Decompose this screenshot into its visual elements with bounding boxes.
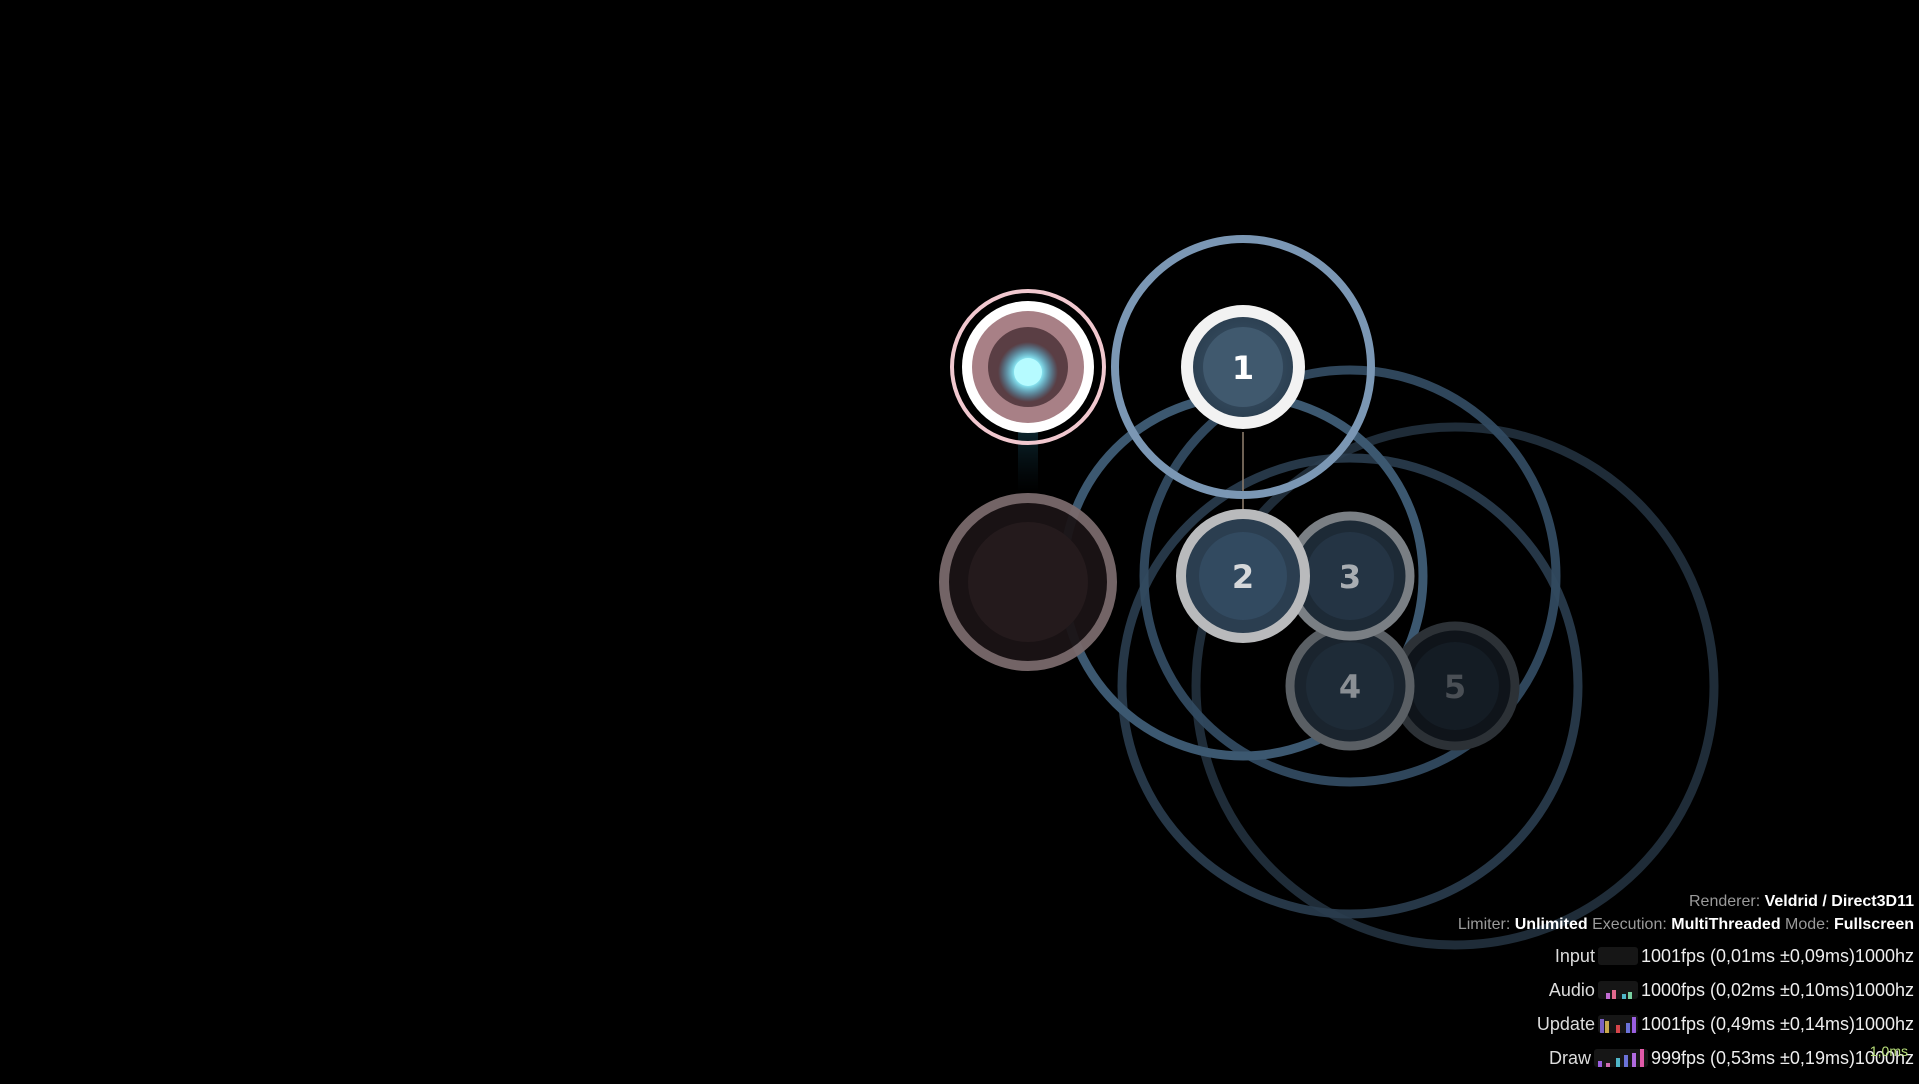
- stat-name-draw: Draw: [1548, 1047, 1591, 1068]
- hit-circle-4[interactable]: 4: [1285, 621, 1415, 751]
- stat-graph-draw: [1593, 1049, 1648, 1067]
- execution-label: Execution:: [1592, 916, 1667, 933]
- hit-circle-number-1: 1: [1232, 349, 1254, 387]
- stat-text-input: 1001fps (0,01ms ±0,09ms)1000hz: [1640, 945, 1914, 966]
- stat-graph-update: [1597, 1015, 1638, 1033]
- stat-row-audio: Audio 1000fps (0,02ms ±0,10ms)1000hz: [1549, 979, 1914, 1001]
- faded-hit-circle: [939, 493, 1117, 671]
- stat-name-update: Update: [1536, 1013, 1595, 1034]
- cursor: [998, 342, 1058, 402]
- stat-row-input: Input 1001fps (0,01ms ±0,09ms)1000hz: [1555, 945, 1914, 967]
- frame-time-label: 1,0ms: [1869, 1043, 1908, 1059]
- renderer-value: Veldrid / Direct3D11: [1764, 893, 1914, 910]
- mode-label: Mode:: [1785, 916, 1830, 933]
- stat-name-input: Input: [1554, 945, 1595, 966]
- stat-text-audio: 1000fps (0,02ms ±0,10ms)1000hz: [1640, 979, 1914, 1000]
- playfield[interactable]: 5 4 3 2 1 Renderer: Veldrid / Direct3D11…: [0, 0, 1919, 1079]
- stat-row-draw: Draw 999fps (0,53ms ±0,19ms)1000hz: [1549, 1047, 1914, 1069]
- limiter-label: Limiter:: [1457, 916, 1511, 933]
- hit-circle-number-5: 5: [1444, 668, 1466, 706]
- stat-text-update: 1001fps (0,49ms ±0,14ms)1000hz: [1640, 1013, 1914, 1034]
- performance-overlay: Renderer: Veldrid / Direct3D11 Limiter: …: [1394, 889, 1914, 1079]
- hit-circle-1[interactable]: 1: [1181, 305, 1305, 429]
- stat-name-audio: Audio: [1548, 979, 1595, 1000]
- renderer-label: Renderer:: [1688, 893, 1761, 910]
- stat-row-update: Update 1001fps (0,49ms ±0,14ms)1000hz: [1537, 1013, 1914, 1035]
- execution-value: MultiThreaded: [1671, 916, 1781, 933]
- config-line: Limiter: Unlimited Execution: MultiThrea…: [1458, 916, 1914, 934]
- stat-graph-audio: [1597, 981, 1638, 999]
- hit-circle-number-3: 3: [1339, 558, 1361, 596]
- stat-graph-input: [1597, 947, 1638, 965]
- hit-circle-number-4: 4: [1339, 668, 1361, 706]
- renderer-line: Renderer: Veldrid / Direct3D11: [1689, 893, 1914, 911]
- hit-circle-number-2: 2: [1232, 558, 1254, 596]
- hit-circle-2[interactable]: 2: [1176, 509, 1310, 643]
- mode-value: Fullscreen: [1833, 916, 1914, 933]
- limiter-value: Unlimited: [1514, 916, 1588, 933]
